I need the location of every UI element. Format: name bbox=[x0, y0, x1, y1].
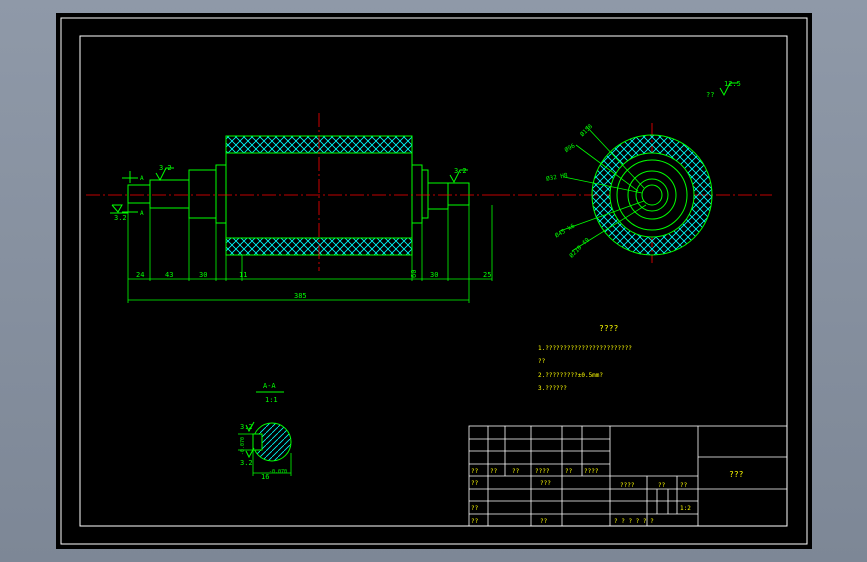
dim-24: 24 bbox=[136, 271, 144, 279]
dim-25: 25 bbox=[483, 271, 491, 279]
dim-30-left: 30 bbox=[199, 271, 207, 279]
note-line-3: 2.?????????±0.5mm? bbox=[538, 372, 603, 379]
tb-sign-3: ?? bbox=[512, 468, 520, 475]
title-block-text: ?? ?? ?? ???? ?? ???? ?? ??? ?? ?? ?? ??… bbox=[471, 468, 744, 525]
section-scale: 1:1 bbox=[265, 396, 278, 404]
tb-std: ??? bbox=[540, 480, 551, 487]
section-roughness-bottom: 3.2 bbox=[240, 459, 253, 467]
dia-label-5: Ø210 f9 bbox=[568, 236, 591, 259]
outer-frame bbox=[60, 17, 808, 545]
section-title: A-A bbox=[263, 382, 276, 390]
tb-drawing-name: ??? bbox=[729, 470, 744, 479]
cad-viewport[interactable]: A A 3.2 3.2 3.2 24 43 30 11 60 30 25 385… bbox=[56, 13, 812, 549]
end-view: Ø158 Ø96 Ø32 H8 Ø45 k6 Ø210 f9 ?? 12.5 bbox=[496, 80, 772, 263]
dim-30-right: 30 bbox=[430, 271, 438, 279]
dia-label-1: Ø158 bbox=[579, 123, 594, 138]
dim-11: 11 bbox=[239, 271, 247, 279]
tb-sign-5: ?? bbox=[565, 468, 573, 475]
tb-sign-2: ?? bbox=[490, 468, 498, 475]
tb-approve: ?? bbox=[471, 518, 479, 525]
dim-60: 60 bbox=[410, 270, 418, 278]
note-line-4: 3.?????? bbox=[538, 385, 567, 392]
tb-design: ?? bbox=[471, 480, 479, 487]
inner-frame bbox=[79, 35, 788, 527]
tb-check: ?? bbox=[471, 505, 479, 512]
shaft-left bbox=[215, 164, 226, 224]
tb-sign-1: ?? bbox=[471, 468, 479, 475]
roughness-left: 3.2 bbox=[159, 164, 172, 172]
tb-sign-6: ???? bbox=[584, 468, 599, 475]
tb-process: ?? bbox=[540, 518, 548, 525]
technical-notes: ???? 1.???????????????????????? ?? 2.???… bbox=[538, 324, 632, 392]
tb-sign-4: ???? bbox=[535, 468, 550, 475]
dia-label-3: Ø32 H8 bbox=[546, 172, 569, 183]
keyway bbox=[252, 433, 263, 451]
tb-weight: ?? bbox=[658, 482, 666, 489]
roughness-right: 3.2 bbox=[454, 167, 467, 175]
note-line-2: ?? bbox=[538, 358, 546, 365]
dia-label-4: Ø45 k6 bbox=[554, 222, 577, 239]
section-roughness-top: 3.2 bbox=[240, 423, 253, 431]
tb-stage: ???? bbox=[620, 482, 635, 489]
drawing-canvas: A A 3.2 3.2 3.2 24 43 30 11 60 30 25 385… bbox=[60, 17, 808, 545]
roughness-general: 12.5 bbox=[724, 80, 741, 88]
tb-scale-value: 1:2 bbox=[680, 505, 691, 512]
main-view: A A 3.2 3.2 3.2 24 43 30 11 60 30 25 385 bbox=[86, 113, 496, 303]
section-view: A-A 1:1 3.2 3.2 16 -0.070 -0.070 bbox=[238, 382, 292, 481]
dia-label-2: Ø96 bbox=[563, 142, 576, 154]
section-mark-top: A bbox=[140, 175, 144, 182]
roughness-general-label: ?? bbox=[706, 91, 714, 99]
tb-scale-label: ?? bbox=[680, 482, 688, 489]
notes-heading: ???? bbox=[599, 324, 618, 333]
tb-sheet-line: ? ? ? ? ? ? bbox=[614, 518, 654, 525]
section-mark-bottom: A bbox=[140, 210, 144, 217]
section-dim-width-tol: -0.070 bbox=[269, 469, 287, 475]
dim-43: 43 bbox=[165, 271, 173, 279]
note-line-1: 1.???????????????????????? bbox=[538, 345, 632, 352]
shaft-right bbox=[412, 164, 423, 224]
overall-length: 385 bbox=[294, 292, 307, 300]
roughness-datum: 3.2 bbox=[114, 214, 127, 222]
section-dim-height-tol: -0.070 bbox=[240, 437, 246, 455]
